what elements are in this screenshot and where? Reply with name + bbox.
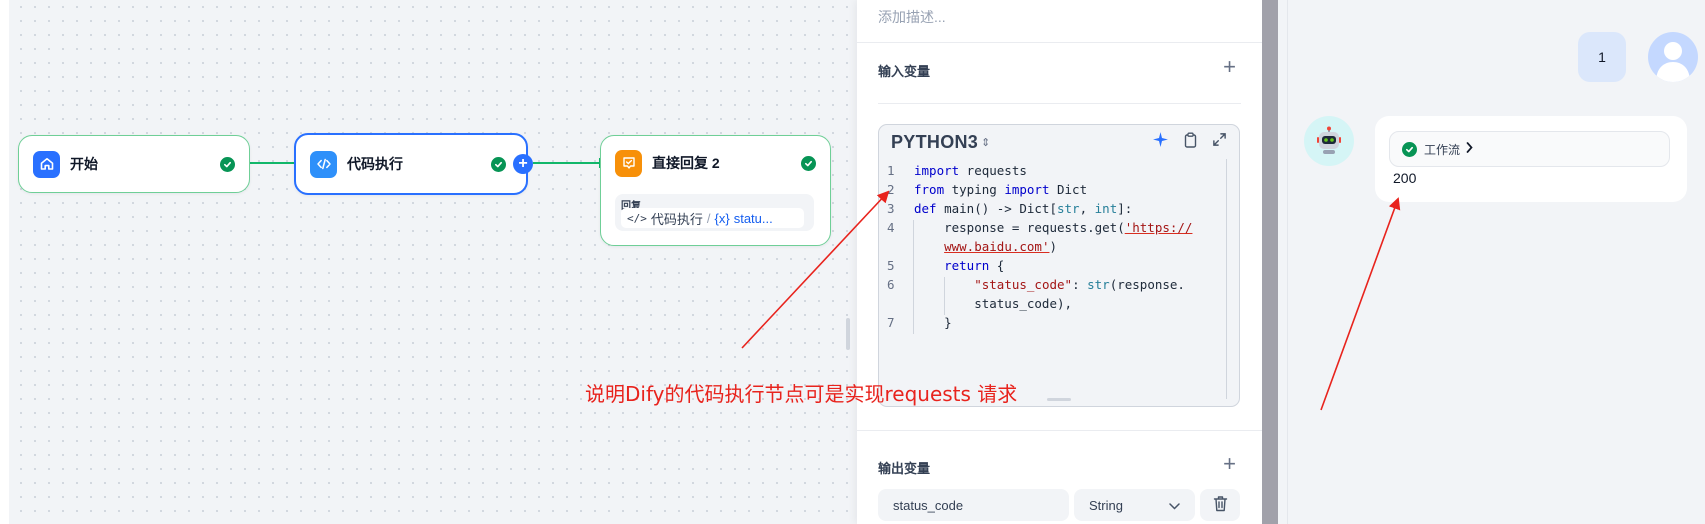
node-code[interactable]: 代码执行 (294, 133, 528, 195)
add-output-variable-plus-icon[interactable]: + (1223, 453, 1236, 475)
editor-header: PYTHON3 ⇕ (879, 125, 1239, 159)
user-avatar (1648, 32, 1698, 82)
divider (857, 42, 1262, 43)
editor-scrollbar[interactable] (1226, 159, 1227, 399)
code-line: def main() -> Dict[str, int]: (914, 201, 1133, 216)
code-editor[interactable]: PYTHON3 ⇕ 1 2 3 4 5 6 7 import requests … (878, 124, 1240, 407)
trash-icon (1213, 495, 1228, 515)
code-area[interactable]: 1 2 3 4 5 6 7 import requests from typin… (879, 159, 1229, 399)
line-number: 1 (887, 163, 895, 178)
check-icon (220, 156, 235, 172)
output-variable-type-select[interactable]: String (1074, 489, 1195, 521)
workflow-canvas[interactable]: 开始 代码执行 + 直接回复 2 回复 </> 代码执行 / {x} statu… (0, 0, 860, 524)
node-title: 开始 (70, 156, 98, 172)
code-line: www.baidu.com') (944, 239, 1057, 254)
reply-content: 回复 </> 代码执行 / {x} statu... (615, 194, 814, 231)
sparkle-icon[interactable] (1152, 131, 1169, 153)
editor-resize-handle[interactable] (1047, 398, 1071, 401)
bot-message: 工作流 200 (1375, 116, 1687, 202)
type-value: String (1089, 497, 1123, 513)
code-line: "status_code": str(response. (974, 277, 1185, 292)
chevron-down-icon (1169, 498, 1180, 513)
panel-resize-handle[interactable] (846, 318, 850, 350)
robot-icon (1304, 116, 1354, 166)
chip-separator: / (706, 210, 711, 226)
edge-code-reply[interactable] (533, 162, 601, 164)
line-number: 5 (887, 258, 895, 273)
panel-scrollbar[interactable] (1262, 0, 1278, 524)
divider (857, 430, 1262, 431)
expand-icon[interactable] (1212, 132, 1227, 152)
output-variables-title: 输出变量 (878, 461, 931, 476)
add-node-plus-icon[interactable]: + (513, 154, 533, 174)
description-input[interactable]: 添加描述... (878, 7, 946, 27)
language-select[interactable]: PYTHON3 (891, 132, 978, 153)
code-icon: </> (627, 211, 647, 225)
check-icon (801, 155, 816, 171)
node-start[interactable]: 开始 (18, 135, 250, 193)
variable-chip: </> 代码执行 / {x} statu... (621, 208, 804, 228)
output-variable-name-input[interactable]: status_code (878, 489, 1069, 521)
line-number: 3 (887, 201, 895, 216)
divider (878, 103, 1241, 104)
home-icon (33, 150, 60, 178)
annotation-text: 说明Dify的代码执行节点可是实现requests 请求 (585, 382, 1018, 406)
reply-icon (615, 149, 642, 177)
node-title: 直接回复 2 (652, 155, 720, 171)
add-input-variable-plus-icon[interactable]: + (1223, 56, 1236, 78)
chevron-right-icon (1466, 142, 1473, 156)
bot-answer: 200 (1393, 170, 1417, 186)
line-number: 2 (887, 182, 895, 197)
line-number: 6 (887, 277, 895, 292)
node-config-panel: 添加描述... 输入变量 + PYTHON3 ⇕ 1 2 3 4 5 6 7 i… (857, 0, 1262, 524)
user-message: 1 (1578, 32, 1626, 82)
variable-icon: {x} (714, 210, 730, 226)
code-line: } (914, 315, 952, 330)
code-icon (310, 150, 337, 178)
workflow-process-toggle[interactable]: 工作流 (1389, 131, 1670, 167)
chevron-updown-icon[interactable]: ⇕ (981, 136, 990, 149)
chat-preview (1278, 0, 1705, 524)
edge-start-code[interactable] (249, 162, 295, 164)
line-number: 4 (887, 220, 895, 235)
chip-node-name: 代码执行 (650, 211, 703, 227)
code-line: status_code), (914, 296, 1073, 311)
line-number: 7 (887, 315, 895, 330)
code-line: import requests (914, 163, 1027, 178)
chat-divider (1287, 0, 1288, 524)
delete-output-variable-button[interactable] (1200, 489, 1240, 521)
code-line: response = requests.get('https:// (914, 220, 1193, 235)
code-line: return { (944, 258, 1005, 273)
chip-variable-name: statu... (733, 210, 773, 226)
workflow-label: 工作流 (1424, 142, 1461, 157)
canvas-edge (0, 0, 9, 524)
check-icon (1402, 141, 1417, 157)
input-variables-title: 输入变量 (878, 64, 931, 79)
node-title: 代码执行 (347, 156, 403, 172)
code-line: from typing import Dict (914, 182, 1088, 197)
clipboard-icon[interactable] (1183, 132, 1198, 153)
node-direct-reply[interactable]: 直接回复 2 回复 </> 代码执行 / {x} statu... (600, 135, 831, 246)
check-icon (491, 156, 506, 172)
